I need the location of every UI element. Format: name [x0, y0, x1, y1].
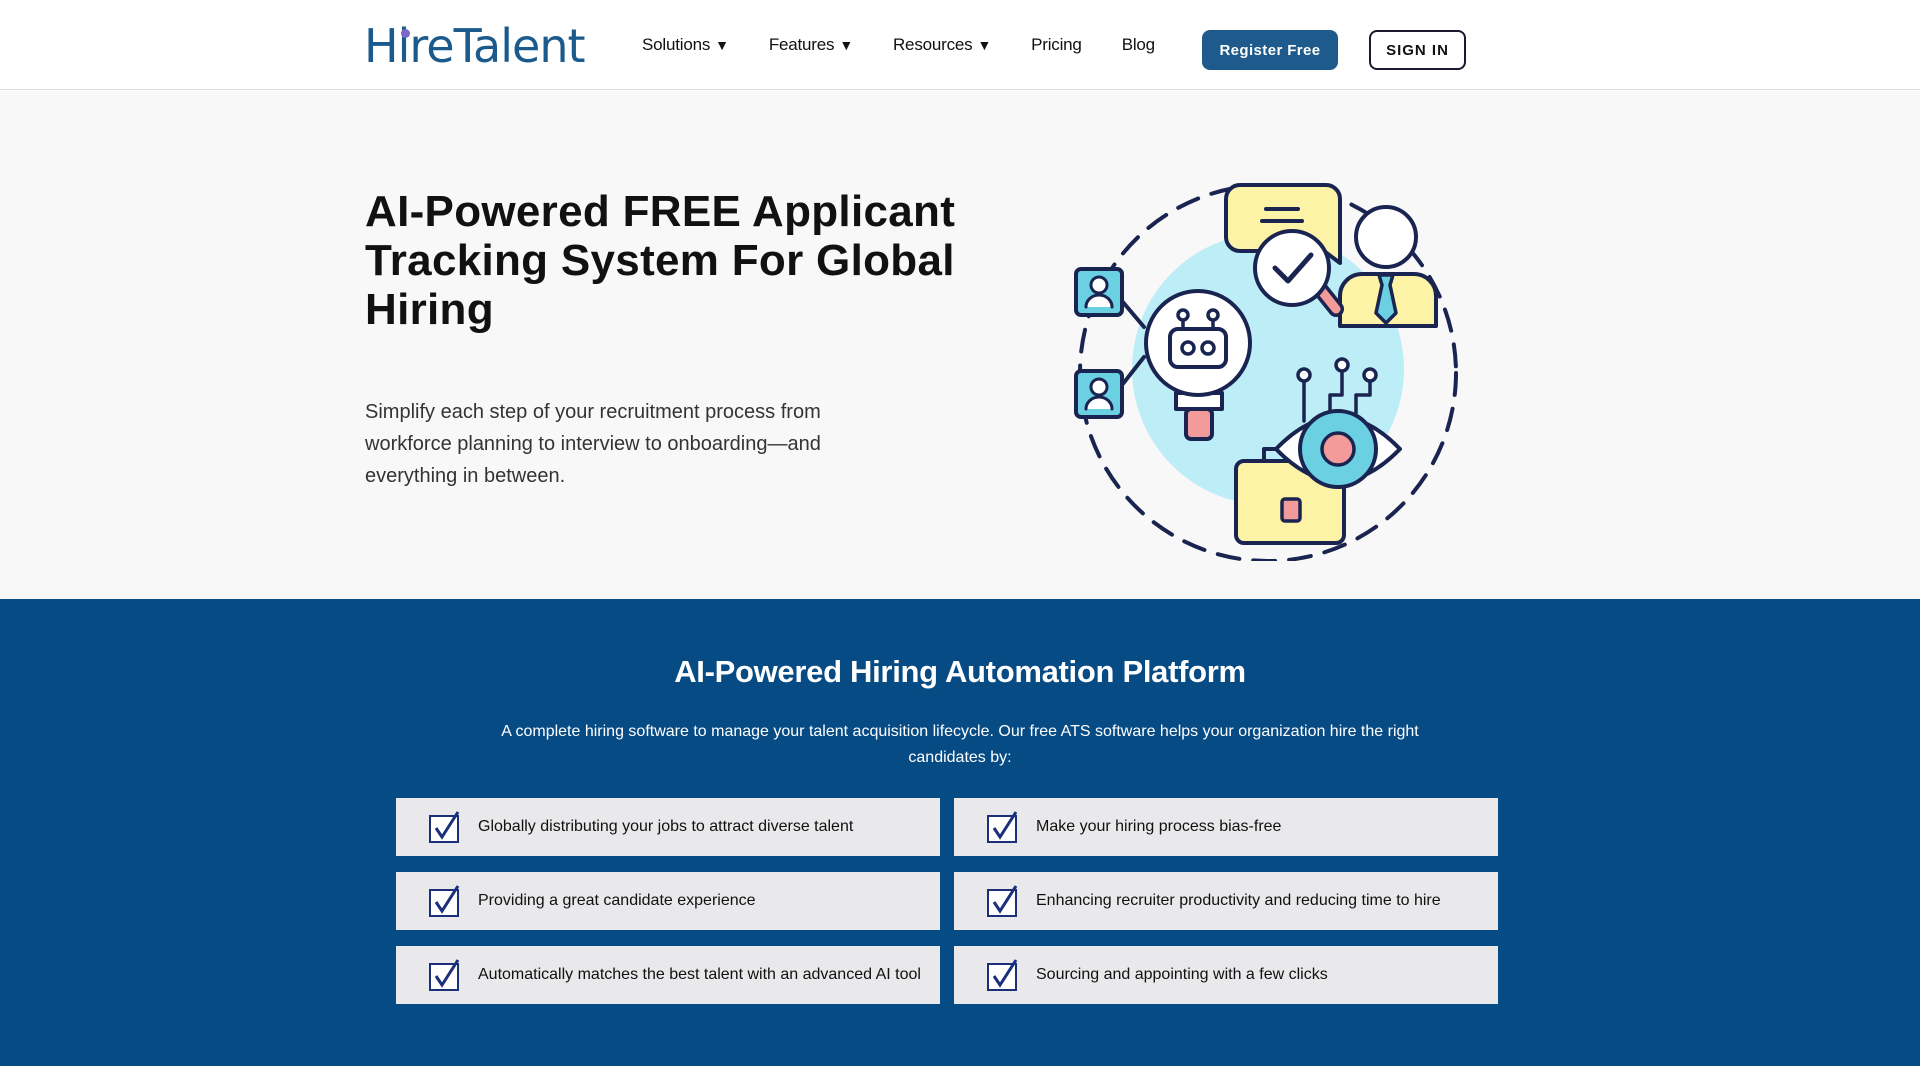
page-bottom-strip	[0, 1066, 1920, 1080]
feature-text: Make your hiring process bias-free	[1036, 818, 1282, 835]
platform-section: AI-Powered Hiring Automation Platform A …	[0, 599, 1920, 1066]
nav-solutions[interactable]: Solutions ▼	[642, 35, 729, 55]
nav-label: Solutions	[642, 35, 711, 54]
checkbox-check-icon	[987, 885, 1018, 917]
logo-dot-icon	[401, 29, 410, 38]
hiring-illustration	[1074, 183, 1458, 561]
site-header: HireTalent Solutions ▼ Features ▼ Resour…	[0, 0, 1920, 90]
feature-item: Enhancing recruiter productivity and red…	[954, 872, 1498, 930]
nav-label: Features	[768, 35, 835, 54]
nav-label: Resources	[892, 35, 973, 54]
feature-item: Automatically matches the best talent wi…	[396, 946, 940, 1004]
feature-item: Sourcing and appointing with a few click…	[954, 946, 1498, 1004]
hero-subtitle: Simplify each step of your recruitment p…	[365, 401, 821, 487]
checkbox-check-icon	[429, 959, 460, 991]
hiretalent-logo[interactable]: HireTalent	[364, 19, 586, 73]
feature-grid: Globally distributing your jobs to attra…	[396, 798, 1498, 1004]
hero-section: AI-Powered FREE Applicant Tracking Syste…	[0, 91, 1920, 599]
caret-down-icon: ▼	[715, 37, 729, 53]
platform-description: A complete hiring software to manage you…	[501, 723, 1419, 766]
nav-features[interactable]: Features ▼	[769, 35, 853, 55]
nav-label: Blog	[1121, 35, 1155, 54]
checkbox-check-icon	[429, 811, 460, 843]
caret-down-icon: ▼	[977, 37, 992, 53]
nav-pricing[interactable]: Pricing	[1031, 35, 1082, 55]
feature-text: Globally distributing your jobs to attra…	[478, 818, 854, 835]
checkbox-check-icon	[987, 959, 1018, 991]
main-nav: Solutions ▼ Features ▼ Resources ▼ Prici…	[642, 0, 1195, 90]
register-free-button[interactable]: Register Free	[1202, 30, 1338, 70]
feature-text: Enhancing recruiter productivity and red…	[1036, 892, 1441, 909]
feature-item: Make your hiring process bias-free	[954, 798, 1498, 856]
platform-title: AI-Powered Hiring Automation Platform	[674, 654, 1246, 689]
feature-text: Providing a great candidate experience	[478, 892, 756, 909]
nav-resources[interactable]: Resources ▼	[893, 35, 991, 55]
checkbox-check-icon	[987, 811, 1018, 843]
feature-text: Automatically matches the best talent wi…	[478, 966, 921, 983]
nav-blog[interactable]: Blog	[1122, 35, 1155, 55]
hero-title: AI-Powered FREE Applicant Tracking Syste…	[365, 187, 956, 334]
feature-text: Sourcing and appointing with a few click…	[1036, 966, 1328, 983]
logo-text: HireTalent	[364, 19, 586, 73]
feature-item: Providing a great candidate experience	[396, 872, 940, 930]
sign-in-button[interactable]: SIGN IN	[1369, 30, 1466, 70]
feature-item: Globally distributing your jobs to attra…	[396, 798, 940, 856]
caret-down-icon: ▼	[839, 37, 853, 53]
nav-label: Pricing	[1031, 35, 1082, 54]
checkbox-check-icon	[429, 885, 460, 917]
